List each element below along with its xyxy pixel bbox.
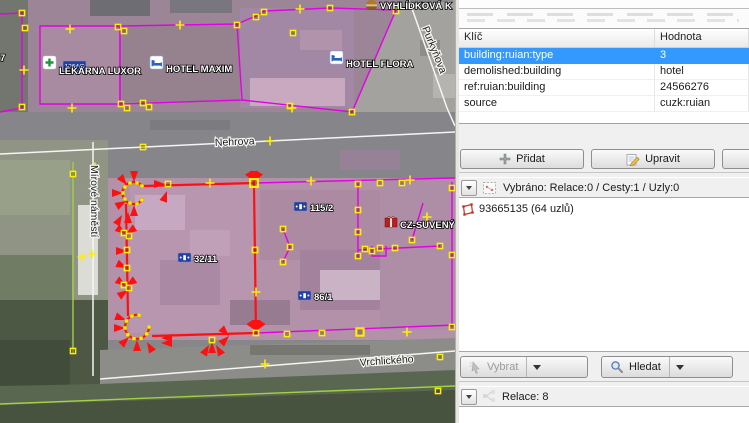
tag-key[interactable]: source	[459, 96, 655, 112]
tag-key[interactable]: ref:ruian:building	[459, 80, 655, 96]
select-button-main[interactable]: Vybrat	[461, 357, 526, 377]
tags-table-header: Klíč Hodnota	[459, 29, 749, 48]
search-button[interactable]: Hledat	[601, 356, 733, 378]
josm-window: 1364/9 LÉKÁRNA LUXOR HOTEL MAXIM HOTEL F…	[0, 0, 749, 423]
selection-collapse-button[interactable]	[461, 180, 477, 196]
relation-icon	[482, 389, 497, 404]
gift-icon	[385, 217, 397, 228]
souvenir-shop-label: CZ-SUVENÝ	[400, 219, 455, 231]
chevron-down-icon	[466, 395, 472, 399]
tag-key[interactable]: demolished:building	[459, 64, 655, 80]
hotel-maxim-label: HOTEL MAXIM	[166, 64, 232, 75]
address-plate-icon-115	[294, 202, 307, 211]
table-row[interactable]: ref:ruian:building 24566276	[459, 80, 749, 96]
selection-list[interactable]: 93665135 (64 uzlů)	[459, 197, 749, 352]
value-column-header[interactable]: Hodnota	[655, 29, 749, 47]
search-button-label: Hledat	[629, 361, 661, 373]
selection-header-label: Vybráno: Relace:0 / Cesty:1 / Uzly:0	[503, 182, 679, 194]
address-86-1-label: 86/1	[314, 292, 333, 303]
address-115-2-label: 115/2	[310, 203, 333, 214]
address-plate-icon-86	[298, 291, 311, 300]
tag-key[interactable]: building:ruian:type	[459, 48, 655, 64]
relations-collapse-button[interactable]	[461, 389, 477, 405]
chevron-down-icon	[676, 365, 684, 370]
selection-panel-header: Vybráno: Relace:0 / Cesty:1 / Uzly:0	[459, 178, 749, 197]
panel-top-strip	[459, 0, 749, 9]
pharmacy-cross-icon	[43, 56, 56, 69]
properties-panel-title	[459, 9, 749, 28]
street-mirove-namesti-label: Mírové náměstí	[88, 165, 100, 237]
faint-text-decoration	[467, 19, 739, 22]
tag-value[interactable]: cuzk:ruian	[655, 96, 749, 112]
map-canvas[interactable]: 1364/9 LÉKÁRNA LUXOR HOTEL MAXIM HOTEL F…	[0, 0, 455, 423]
pharmacy-label: LÉKÁRNA LUXOR	[59, 66, 141, 77]
table-row[interactable]: building:ruian:type 3	[459, 48, 749, 64]
hotel-bed-icon-2	[330, 51, 343, 64]
search-dropdown[interactable]	[669, 357, 690, 377]
edit-tag-label: Upravit	[645, 153, 680, 165]
select-button[interactable]: Vybrat	[460, 356, 588, 378]
relations-list[interactable]	[459, 406, 749, 423]
add-tag-label: Přidat	[516, 153, 545, 165]
fastfood-icon	[366, 0, 377, 10]
table-row[interactable]: source cuzk:ruian	[459, 96, 749, 112]
add-tag-button[interactable]: Přidat	[460, 149, 584, 169]
hotel-flora-label: HOTEL FLORA	[346, 59, 414, 70]
way-closed-icon	[460, 202, 475, 217]
key-column-header[interactable]: Klíč	[459, 29, 655, 47]
address-partial-label: 7	[0, 53, 5, 64]
tag-buttons-row: Přidat Upravit	[460, 149, 749, 169]
list-item[interactable]: 93665135 (64 uzlů)	[459, 201, 749, 217]
tags-table: Klíč Hodnota building:ruian:type 3 demol…	[459, 28, 749, 124]
tag-value[interactable]: 3	[655, 48, 749, 64]
plus-icon	[499, 153, 511, 165]
select-dropdown[interactable]	[526, 357, 547, 377]
selection-actions-row: Vybrat Hledat	[460, 356, 749, 378]
selected-way-label: 93665135 (64 uzlů)	[479, 203, 574, 215]
pencil-icon	[626, 153, 640, 166]
select-button-label: Vybrat	[487, 361, 518, 373]
faint-text-decoration	[467, 13, 739, 16]
selection-dialog-icon	[482, 180, 498, 196]
right-panel: Klíč Hodnota building:ruian:type 3 demol…	[459, 0, 749, 423]
street-nehrova-label: Nehrova	[215, 135, 255, 149]
cursor-select-icon	[469, 361, 482, 374]
edit-tag-button[interactable]: Upravit	[591, 149, 715, 169]
viewpoint-cafe-label: VYHLÍDKOVÁ K	[380, 1, 452, 12]
tag-value[interactable]: 24566276	[655, 80, 749, 96]
search-button-main[interactable]: Hledat	[602, 357, 669, 377]
chevron-down-icon	[533, 365, 541, 370]
tag-value[interactable]: hotel	[655, 64, 749, 80]
address-plate-icon-32	[178, 253, 191, 262]
address-32-11-label: 32/11	[194, 254, 218, 265]
delete-tag-button-partial[interactable]	[722, 149, 749, 169]
hotel-bed-icon	[150, 56, 163, 69]
magnifier-icon	[610, 360, 624, 374]
table-row[interactable]: demolished:building hotel	[459, 64, 749, 80]
relations-panel-header: Relace: 8	[459, 387, 749, 406]
map-render: 1364/9 LÉKÁRNA LUXOR HOTEL MAXIM HOTEL F…	[0, 0, 455, 423]
relations-header-label: Relace: 8	[502, 391, 548, 403]
chevron-down-icon	[466, 186, 472, 190]
